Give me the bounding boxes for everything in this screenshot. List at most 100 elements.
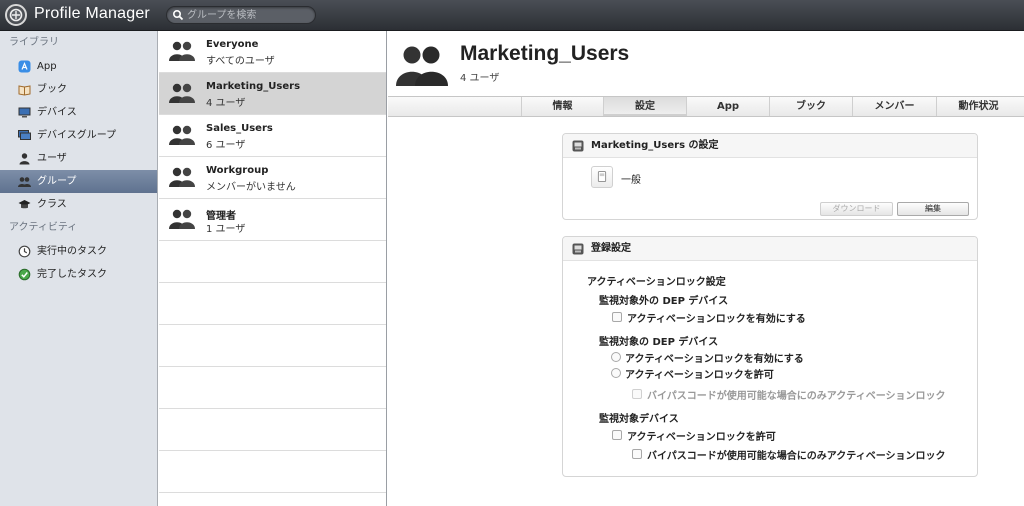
page-subtitle: 4 ユーザ xyxy=(460,73,500,84)
tab-bar: 情報 設定 App ブック メンバー 動作状況 xyxy=(388,96,1024,117)
supervised-allow-label: アクティベーションロックを許可 xyxy=(625,370,774,381)
sidebar-item-label: クラス xyxy=(37,199,67,210)
sidebar-item-label: ブック xyxy=(37,84,67,95)
profile-icon xyxy=(572,243,584,255)
group-row-sales-users[interactable]: Sales_Users 6 ユーザ xyxy=(159,115,386,157)
user-icon xyxy=(19,153,30,165)
sidebar-item-label: 実行中のタスク xyxy=(37,246,107,257)
group-icon xyxy=(169,125,195,145)
group-row-everyone[interactable]: Everyone すべてのユーザ xyxy=(159,31,386,73)
sidebar-item-devices[interactable]: デバイス xyxy=(0,101,157,124)
empty-list-row xyxy=(159,451,386,493)
group-member-count: 1 ユーザ xyxy=(206,224,246,235)
group-icon xyxy=(169,41,195,61)
edit-button[interactable]: 編集 xyxy=(897,202,969,216)
tab-books[interactable]: ブック xyxy=(769,97,852,116)
device-group-icon xyxy=(18,130,31,140)
sidebar-item-label: App xyxy=(37,61,57,72)
group-name: Everyone xyxy=(206,39,259,50)
book-icon xyxy=(18,85,31,96)
group-row-marketing-users[interactable]: Marketing_Users 4 ユーザ xyxy=(159,73,386,115)
sidebar-item-label: 完了したタスク xyxy=(37,269,107,280)
sidebar-item-app[interactable]: App xyxy=(0,55,157,78)
group-icon xyxy=(169,209,195,229)
empty-list-row xyxy=(159,367,386,409)
settings-panel-title: Marketing_Users の設定 xyxy=(591,140,719,151)
supervised-enable-label: アクティベーションロックを有効にする xyxy=(625,354,804,365)
supervised-devices-title: 監視対象デバイス xyxy=(599,414,679,425)
devices-bypass-label: バイパスコードが使用可能な場合にのみアクティベーションロック xyxy=(647,451,946,462)
download-button[interactable]: ダウンロード xyxy=(820,202,893,216)
group-list: Everyone すべてのユーザ Marketing_Users 4 ユーザ S… xyxy=(159,31,387,506)
profile-manager-logo-icon xyxy=(5,4,27,26)
clock-icon xyxy=(18,245,31,258)
empty-list-row xyxy=(159,325,386,367)
group-name: Sales_Users xyxy=(206,123,273,134)
sidebar-item-groups[interactable]: グループ xyxy=(0,170,157,193)
search-icon xyxy=(172,9,184,21)
search-box[interactable] xyxy=(166,6,316,24)
sidebar-item-users[interactable]: ユーザ xyxy=(0,147,157,170)
profile-icon xyxy=(572,140,584,152)
sidebar-item-label: グループ xyxy=(37,176,77,187)
supervised-bypass-checkbox[interactable] xyxy=(632,389,642,399)
devices-bypass-checkbox[interactable] xyxy=(632,449,642,459)
tab-app[interactable]: App xyxy=(686,97,769,116)
sidebar-item-device-groups[interactable]: デバイスグループ xyxy=(0,124,157,147)
enrollment-panel-header: 登録設定 xyxy=(563,237,977,261)
tab-members[interactable]: メンバー xyxy=(852,97,936,116)
supervised-bypass-label: バイパスコードが使用可能な場合にのみアクティベーションロック xyxy=(647,391,946,402)
app-title: Profile Manager xyxy=(34,5,150,22)
enrollment-settings-panel: 登録設定 アクティベーションロック設定 監視対象外の DEP デバイス アクティ… xyxy=(562,236,978,477)
group-icon xyxy=(169,167,195,187)
group-icon xyxy=(169,83,195,103)
group-name: Workgroup xyxy=(206,165,269,176)
unsupervised-dep-title: 監視対象外の DEP デバイス xyxy=(599,296,729,307)
settings-panel: Marketing_Users の設定 一般 ダウンロード 編集 xyxy=(562,133,978,220)
empty-list-row xyxy=(159,241,386,283)
detail-header: Marketing_Users 4 ユーザ xyxy=(388,31,1024,96)
group-icon xyxy=(18,177,31,187)
settings-panel-header: Marketing_Users の設定 xyxy=(563,134,977,158)
search-input[interactable] xyxy=(187,8,311,22)
supervised-enable-radio[interactable] xyxy=(611,352,621,362)
supervised-dep-title: 監視対象の DEP デバイス xyxy=(599,337,719,348)
completed-icon xyxy=(18,268,31,281)
group-name: Marketing_Users xyxy=(206,81,301,92)
empty-list-row xyxy=(159,283,386,325)
group-row-admins[interactable]: 管理者 1 ユーザ xyxy=(159,199,386,241)
group-member-count: 6 ユーザ xyxy=(206,140,246,151)
app-store-icon xyxy=(18,60,31,73)
devices-allow-label: アクティベーションロックを許可 xyxy=(627,432,776,443)
sidebar-item-books[interactable]: ブック xyxy=(0,78,157,101)
enrollment-panel-title: 登録設定 xyxy=(591,243,631,254)
supervised-allow-radio[interactable] xyxy=(611,368,621,378)
sidebar: ライブラリ App ブック デバイス デバイスグループ ユーザ グループ クラス… xyxy=(0,31,158,506)
tab-activity[interactable]: 動作状況 xyxy=(936,97,1020,116)
empty-list-row xyxy=(159,409,386,451)
sidebar-item-completed-tasks[interactable]: 完了したタスク xyxy=(0,263,157,286)
unsupervised-enable-label: アクティベーションロックを有効にする xyxy=(627,314,806,325)
detail-pane: Marketing_Users 4 ユーザ 情報 設定 App ブック メンバー… xyxy=(388,31,1024,506)
top-bar: Profile Manager xyxy=(0,0,1024,31)
device-icon xyxy=(18,107,31,118)
page-title: Marketing_Users xyxy=(460,42,630,65)
general-label: 一般 xyxy=(621,175,641,186)
class-icon xyxy=(18,200,31,209)
devices-allow-checkbox[interactable] xyxy=(612,430,622,440)
tab-info[interactable]: 情報 xyxy=(521,97,603,116)
sidebar-item-label: デバイスグループ xyxy=(37,130,117,141)
unsupervised-enable-checkbox[interactable] xyxy=(612,312,622,322)
activity-header: アクティビティ xyxy=(9,222,78,233)
group-member-count: すべてのユーザ xyxy=(206,56,275,67)
group-icon xyxy=(396,46,448,86)
sidebar-item-label: ユーザ xyxy=(37,153,67,164)
sidebar-item-active-tasks[interactable]: 実行中のタスク xyxy=(0,240,157,263)
group-member-count: 4 ユーザ xyxy=(206,98,246,109)
tab-settings[interactable]: 設定 xyxy=(603,97,686,116)
library-header: ライブラリ xyxy=(9,37,59,48)
activation-lock-title: アクティベーションロック設定 xyxy=(587,277,726,288)
group-member-count: メンバーがいません xyxy=(206,182,296,193)
group-row-workgroup[interactable]: Workgroup メンバーがいません xyxy=(159,157,386,199)
sidebar-item-classes[interactable]: クラス xyxy=(0,193,157,216)
